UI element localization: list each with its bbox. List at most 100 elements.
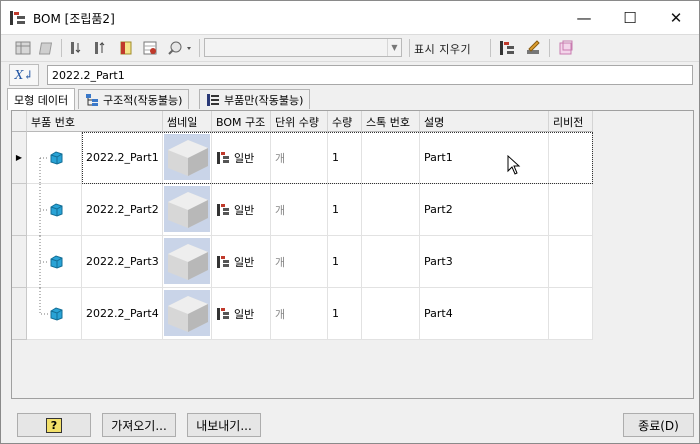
bom-structure-cell[interactable]: 일반 bbox=[212, 236, 271, 288]
search-icon[interactable] bbox=[165, 39, 195, 57]
part-cube-icon bbox=[50, 255, 63, 269]
column-header[interactable]: 부품 번호 bbox=[27, 111, 163, 132]
formula-bar: X↲ bbox=[1, 61, 699, 87]
tree-cell bbox=[27, 288, 82, 340]
close-window-button[interactable]: ✕ bbox=[653, 1, 699, 34]
maximize-button[interactable]: ☐ bbox=[607, 1, 653, 34]
export-button[interactable]: 내보내기... bbox=[187, 413, 261, 437]
part-thumbnail bbox=[164, 238, 210, 284]
copy-icon[interactable] bbox=[37, 39, 57, 57]
chevron-down-icon: ▼ bbox=[387, 39, 401, 56]
table-view-icon[interactable] bbox=[13, 39, 33, 57]
formula-toggle-button[interactable]: X↲ bbox=[9, 64, 39, 86]
done-button[interactable]: 종료(D) bbox=[623, 413, 694, 437]
notes-icon[interactable] bbox=[116, 39, 136, 57]
bom-structure-cell[interactable]: 일반 bbox=[212, 184, 271, 236]
bom-normal-icon bbox=[217, 307, 229, 320]
toolbar-separator bbox=[549, 39, 550, 57]
unit-qty-cell[interactable]: 개 bbox=[271, 184, 328, 236]
bom-structure-value: 일반 bbox=[234, 307, 255, 321]
help-button[interactable]: ? bbox=[17, 413, 91, 437]
bom-structure-icon[interactable] bbox=[497, 39, 517, 57]
unit-qty-cell[interactable]: 개 bbox=[271, 236, 328, 288]
qty-cell[interactable]: 1 bbox=[328, 236, 362, 288]
sort-descending-icon[interactable] bbox=[91, 39, 111, 57]
formula-input[interactable] bbox=[47, 65, 693, 85]
part-number-cell[interactable]: 2022.2_Part3 bbox=[82, 236, 163, 288]
bom-normal-icon bbox=[217, 203, 229, 216]
part-cube-icon bbox=[50, 151, 63, 165]
toolbar: ▼ 표시 지우기 bbox=[1, 34, 699, 60]
description-cell[interactable]: Part1 bbox=[420, 132, 549, 184]
stock-number-cell[interactable] bbox=[362, 288, 420, 340]
filter-dropdown[interactable]: ▼ bbox=[204, 38, 402, 57]
thumbnail-cell bbox=[163, 236, 212, 288]
tab-label: 구조적(작동불능) bbox=[103, 93, 183, 107]
qty-cell[interactable]: 1 bbox=[328, 184, 362, 236]
table-row[interactable]: ▶ 2022.2_Part1 일반 개 1 Part1 bbox=[12, 132, 593, 184]
thumbnail-cell bbox=[163, 288, 212, 340]
qty-cell[interactable]: 1 bbox=[328, 132, 362, 184]
bom-structure-cell[interactable]: 일반 bbox=[212, 132, 271, 184]
mouse-cursor-icon bbox=[507, 155, 521, 175]
unit-qty-cell[interactable]: 개 bbox=[271, 132, 328, 184]
part-number-cell[interactable]: 2022.2_Part1 bbox=[82, 132, 163, 184]
tab-parts-only[interactable]: 부품만(작동불능) bbox=[199, 89, 311, 109]
title-bar: BOM [조립품2] — ☐ ✕ bbox=[1, 1, 699, 34]
tab-structured[interactable]: 구조적(작동불능) bbox=[78, 89, 190, 109]
bom-structure-value: 일반 bbox=[234, 151, 255, 165]
table-row[interactable]: 2022.2_Part4 일반 개 1 Part4 bbox=[12, 288, 593, 340]
column-header[interactable]: 스톡 번호 bbox=[362, 111, 420, 132]
revision-cell[interactable] bbox=[549, 184, 593, 236]
bom-app-icon bbox=[10, 11, 25, 25]
structure-tree-icon bbox=[86, 93, 98, 106]
description-cell[interactable]: Part2 bbox=[420, 184, 549, 236]
revision-cell[interactable] bbox=[549, 288, 593, 340]
row-selector[interactable]: ▶ bbox=[12, 132, 27, 184]
toolbar-separator bbox=[490, 39, 491, 57]
tab-model-data[interactable]: 모형 데이터 bbox=[7, 88, 76, 110]
help-icon: ? bbox=[46, 417, 62, 433]
column-header[interactable]: BOM 구조 bbox=[212, 111, 271, 132]
revision-cell[interactable] bbox=[549, 236, 593, 288]
column-header[interactable]: 수량 bbox=[328, 111, 362, 132]
sort-ascending-icon[interactable] bbox=[67, 39, 87, 57]
tree-cell bbox=[27, 132, 82, 184]
tree-cell bbox=[27, 184, 82, 236]
unit-qty-cell[interactable]: 개 bbox=[271, 288, 328, 340]
bom-structure-cell[interactable]: 일반 bbox=[212, 288, 271, 340]
parts-list-icon bbox=[207, 93, 219, 106]
tab-label: 부품만(작동불능) bbox=[224, 93, 304, 107]
row-selector[interactable] bbox=[12, 288, 27, 340]
thumbnail-cell bbox=[163, 132, 212, 184]
row-selector[interactable] bbox=[12, 184, 27, 236]
part-number-cell[interactable]: 2022.2_Part2 bbox=[82, 184, 163, 236]
minimize-button[interactable]: — bbox=[561, 1, 607, 34]
part-cube-icon bbox=[50, 307, 63, 321]
table-row[interactable]: 2022.2_Part2 일반 개 1 Part2 bbox=[12, 184, 593, 236]
revision-cell[interactable] bbox=[549, 132, 593, 184]
description-cell[interactable]: Part4 bbox=[420, 288, 549, 340]
grid-settings-icon[interactable] bbox=[140, 39, 160, 57]
stock-number-cell[interactable] bbox=[362, 184, 420, 236]
column-header[interactable]: 단위 수량 bbox=[271, 111, 328, 132]
export-bom-icon[interactable] bbox=[556, 39, 576, 57]
bom-window: BOM [조립품2] — ☐ ✕ ▼ 표시 지우기 X↲ 2022.2_Part… bbox=[0, 0, 700, 444]
import-button[interactable]: 가져오기... bbox=[102, 413, 176, 437]
description-cell[interactable]: Part3 bbox=[420, 236, 549, 288]
column-header[interactable]: 썸네일 bbox=[163, 111, 212, 132]
table-row[interactable]: 2022.2_Part3 일반 개 1 Part3 bbox=[12, 236, 593, 288]
show-clear-button[interactable]: 표시 지우기 bbox=[414, 41, 471, 57]
toolbar-separator bbox=[199, 39, 200, 57]
stock-number-cell[interactable] bbox=[362, 236, 420, 288]
bom-normal-icon bbox=[217, 255, 229, 268]
column-header[interactable]: 리비전 bbox=[549, 111, 593, 132]
edit-pen-icon[interactable] bbox=[523, 39, 543, 57]
stock-number-cell[interactable] bbox=[362, 132, 420, 184]
part-number-cell[interactable]: 2022.2_Part4 bbox=[82, 288, 163, 340]
toolbar-separator bbox=[61, 39, 62, 57]
row-selector[interactable] bbox=[12, 236, 27, 288]
bom-grid: 부품 번호 썸네일 BOM 구조 단위 수량 수량 스톡 번호 설명 리비전 ▶… bbox=[11, 110, 694, 399]
qty-cell[interactable]: 1 bbox=[328, 288, 362, 340]
column-header[interactable]: 설명 bbox=[420, 111, 549, 132]
